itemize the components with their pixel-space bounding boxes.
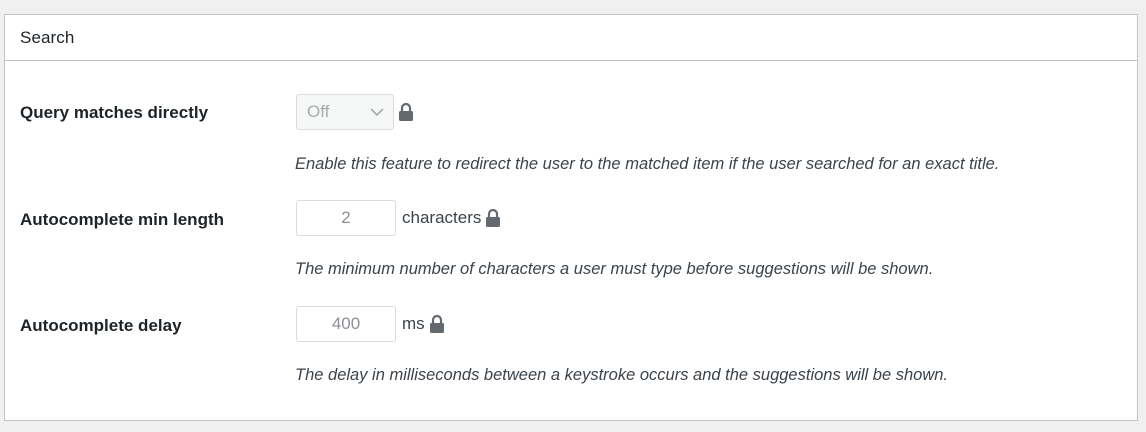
query-matches-select[interactable]: Off <box>296 94 394 130</box>
panel-header: Search <box>5 15 1137 61</box>
setting-description: The minimum number of characters a user … <box>295 260 934 278</box>
setting-label: Autocomplete min length <box>20 210 224 229</box>
setting-label: Query matches directly <box>20 103 209 122</box>
autocomplete-delay-input[interactable]: 400 <box>296 306 396 342</box>
setting-description: Enable this feature to redirect the user… <box>295 155 1000 173</box>
setting-label: Autocomplete delay <box>20 316 182 335</box>
setting-control: 2 characters <box>296 200 502 236</box>
setting-description: The delay in milliseconds between a keys… <box>295 366 949 384</box>
unit-label: characters <box>402 208 482 227</box>
lock-icon <box>428 313 446 335</box>
autocomplete-min-length-input[interactable]: 2 <box>296 200 396 236</box>
setting-control: Off <box>296 94 415 130</box>
select-value: Off <box>307 102 330 121</box>
lock-icon <box>397 101 415 123</box>
panel-title: Search <box>20 27 75 47</box>
chevron-down-icon <box>369 104 385 120</box>
unit-label: ms <box>402 314 425 333</box>
search-settings-panel: Search Query matches directly Off Enable… <box>4 14 1138 421</box>
lock-icon <box>484 207 502 229</box>
setting-control: 400 ms <box>296 306 446 342</box>
